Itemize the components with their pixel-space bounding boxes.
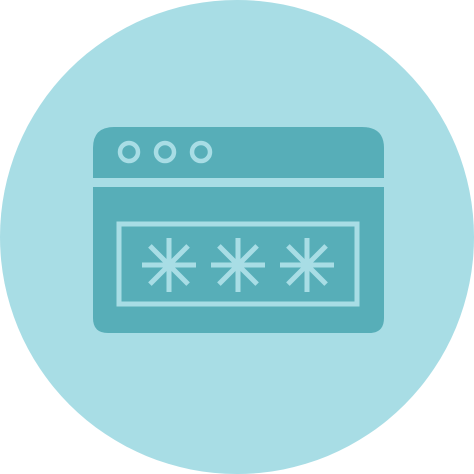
icon-canvas <box>0 0 474 474</box>
asterisk-icon <box>211 238 265 292</box>
browser-window <box>93 127 384 333</box>
browser-password-icon <box>0 0 474 474</box>
masked-password <box>142 238 334 292</box>
asterisk-icon <box>142 238 196 292</box>
asterisk-icon <box>280 238 334 292</box>
